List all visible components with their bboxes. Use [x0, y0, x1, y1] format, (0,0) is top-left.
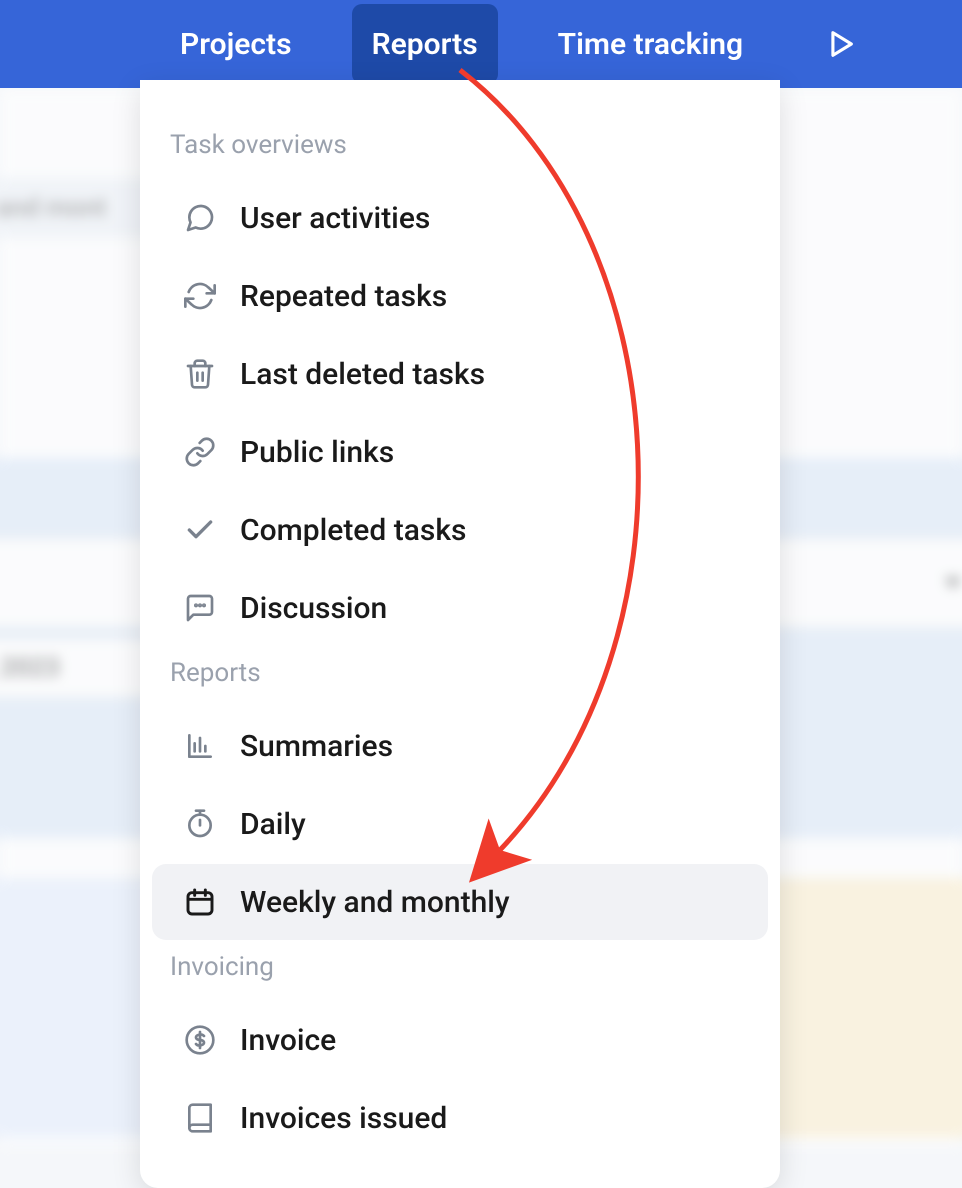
menu-label: Weekly and monthly [240, 885, 510, 920]
stopwatch-icon [182, 806, 218, 842]
menu-label: Discussion [240, 591, 387, 626]
menu-label: Summaries [240, 729, 393, 764]
menu-weekly-monthly[interactable]: Weekly and monthly [152, 864, 768, 940]
refresh-icon [182, 278, 218, 314]
menu-repeated-tasks[interactable]: Repeated tasks [152, 258, 768, 334]
link-icon [182, 434, 218, 470]
menu-completed-tasks[interactable]: Completed tasks [152, 492, 768, 568]
play-icon[interactable] [823, 27, 857, 61]
menu-label: Public links [240, 435, 394, 470]
chat-bubble-icon [182, 200, 218, 236]
menu-label: User activities [240, 201, 430, 236]
menu-invoices-issued[interactable]: Invoices issued [152, 1080, 768, 1156]
section-header-task-overviews: Task overviews [140, 120, 780, 178]
tab-projects[interactable]: Projects [160, 4, 312, 84]
menu-discussion[interactable]: Discussion [152, 570, 768, 646]
tab-reports[interactable]: Reports [352, 4, 498, 84]
dollar-circle-icon [182, 1022, 218, 1058]
trash-icon [182, 356, 218, 392]
menu-label: Invoice [240, 1023, 336, 1058]
bar-chart-icon [182, 728, 218, 764]
section-header-invoicing: Invoicing [140, 942, 780, 1000]
calendar-icon [182, 884, 218, 920]
menu-label: Last deleted tasks [240, 357, 485, 392]
check-icon [182, 512, 218, 548]
section-header-reports: Reports [140, 648, 780, 706]
menu-summaries[interactable]: Summaries [152, 708, 768, 784]
menu-label: Daily [240, 807, 306, 842]
menu-last-deleted[interactable]: Last deleted tasks [152, 336, 768, 412]
book-icon [182, 1100, 218, 1136]
menu-invoice[interactable]: Invoice [152, 1002, 768, 1078]
menu-public-links[interactable]: Public links [152, 414, 768, 490]
discussion-icon [182, 590, 218, 626]
menu-daily[interactable]: Daily [152, 786, 768, 862]
menu-user-activities[interactable]: User activities [152, 180, 768, 256]
top-navigation: Projects Reports Time tracking [0, 0, 962, 88]
menu-label: Repeated tasks [240, 279, 447, 314]
tab-time-tracking[interactable]: Time tracking [538, 4, 763, 84]
menu-label: Invoices issued [240, 1101, 447, 1136]
reports-dropdown: Task overviews User activities Repeated … [140, 80, 780, 1188]
menu-label: Completed tasks [240, 513, 466, 548]
